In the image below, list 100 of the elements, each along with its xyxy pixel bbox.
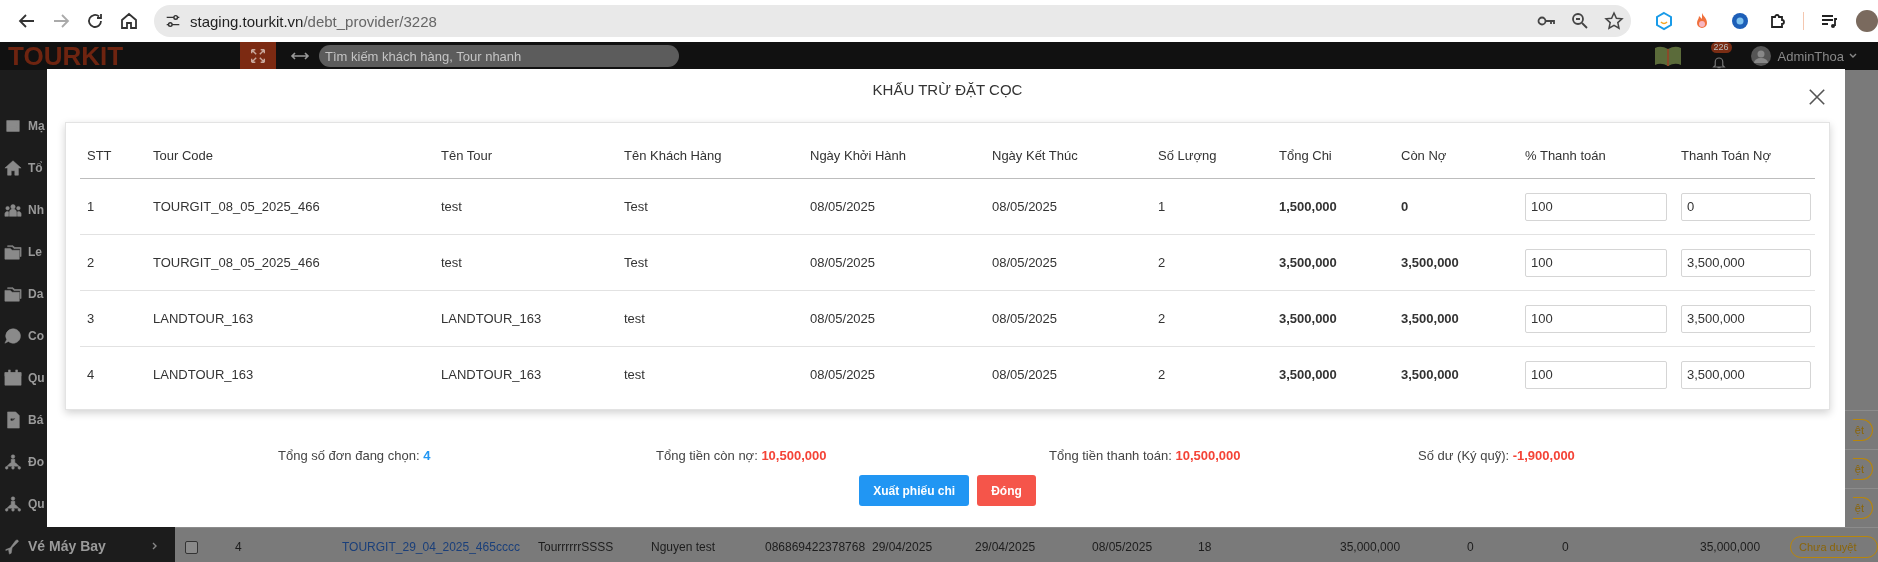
input-field[interactable]: 3,500,000 <box>1681 248 1811 277</box>
network-icon <box>4 495 22 513</box>
avatar-icon[interactable] <box>1750 46 1771 66</box>
sidebar-item[interactable]: Đo <box>0 441 44 483</box>
table-cell-text: 08/05/2025 <box>1092 540 1154 554</box>
summary-text: Số dư (Ký quỹ): -1,900,000 <box>1418 448 1576 463</box>
column-header: Tên Tour <box>440 148 494 163</box>
table-cell-text: 29/04/2025 <box>872 540 934 554</box>
home-icon <box>4 159 22 177</box>
people-icon <box>4 201 22 219</box>
table-cell-text: 4 <box>235 540 243 554</box>
sidebar-item[interactable]: Mạ <box>0 105 45 147</box>
table-cell-text: 2 <box>1157 255 1167 270</box>
table-cell-text: 3 <box>86 311 96 326</box>
column-header: Ngày Khởi Hành <box>809 148 907 163</box>
table-cell-text: 08/05/2025 <box>991 255 1059 270</box>
table-cell-text: LANDTOUR_163 <box>440 367 543 382</box>
input-field[interactable]: 100 <box>1525 304 1667 333</box>
input-field[interactable]: 100 <box>1525 248 1667 277</box>
column-header: Số Lượng <box>1157 148 1218 163</box>
table-cell-text: test <box>623 367 646 382</box>
expand-icon <box>249 47 267 65</box>
table-cell-text: 08/05/2025 <box>809 367 877 382</box>
table-cell-text: 086869422378768 <box>765 540 867 554</box>
close-icon[interactable] <box>1808 88 1826 106</box>
table-cell-text: 1,500,000 <box>1278 199 1338 214</box>
input-field[interactable]: 3,500,000 <box>1681 360 1811 389</box>
table-cell-text: 3,500,000 <box>1400 367 1460 382</box>
table-cell-text: 18 <box>1198 540 1213 554</box>
column-header: Thanh Toán Nợ <box>1680 148 1772 163</box>
column-header: Tên Khách Hàng <box>623 148 723 163</box>
column-header: Ngày Kết Thúc <box>991 148 1079 163</box>
modal-title: KHẤU TRỪ ĐẶT CỌC <box>872 81 1023 99</box>
expand-button[interactable] <box>240 42 276 70</box>
column-header: Còn Nợ <box>1400 148 1448 163</box>
sidebar-item[interactable]: Nh <box>0 189 44 231</box>
input-field[interactable]: 100 <box>1525 192 1667 221</box>
column-header: STT <box>86 148 113 163</box>
column-header: % Thanh toán <box>1524 148 1607 163</box>
sidebar-item[interactable]: Da <box>0 273 44 315</box>
calendar-icon <box>4 369 22 387</box>
table-cell-text: 0 <box>1400 199 1410 214</box>
summary-text: Tổng tiền còn nợ: 10,500,000 <box>656 448 828 463</box>
hexagon-icon[interactable] <box>1654 11 1675 31</box>
table-cell-text: 08/05/2025 <box>809 311 877 326</box>
table-cell-text: 29/04/2025 <box>975 540 1037 554</box>
table-cell-text: 2 <box>1157 367 1167 382</box>
sidebar-item[interactable]: Tổ <box>0 147 43 189</box>
address-bar[interactable]: staging.tourkit.vn/debt_provider/3228 <box>154 5 1632 37</box>
input-field[interactable]: 3,500,000 <box>1681 304 1811 333</box>
row-checkbox[interactable] <box>185 540 198 554</box>
profile-avatar[interactable] <box>1856 10 1878 32</box>
table-cell-text: 08/05/2025 <box>809 199 877 214</box>
table-cell-text: test <box>440 199 463 214</box>
table-cell-text: 35,000,000 <box>1700 540 1762 554</box>
sidebar-item[interactable]: Co <box>0 315 44 357</box>
home-icon[interactable] <box>119 11 139 31</box>
table-cell-text: 08/05/2025 <box>809 255 877 270</box>
table-cell-text: 2 <box>1157 311 1167 326</box>
action-button[interactable]: Đóng <box>977 475 1036 506</box>
reload-icon[interactable] <box>85 11 105 31</box>
table-cell-text: Nguyen test <box>651 540 717 554</box>
sidebar-item[interactable]: Bá <box>0 399 44 441</box>
table-cell-text: 3,500,000 <box>1400 311 1460 326</box>
search-field[interactable]: Tìm kiếm khách hàng, Tour nhanh <box>319 45 679 67</box>
sidebar-item[interactable]: Qu <box>0 483 45 525</box>
sidebar-item[interactable]: Le <box>0 231 42 273</box>
table-cell-text: 0 <box>1562 540 1570 554</box>
table-cell-text: 35,000,000 <box>1340 540 1402 554</box>
network-icon <box>4 453 22 471</box>
table-cell-text: 3,500,000 <box>1278 255 1338 270</box>
table-cell-text: 08/05/2025 <box>991 311 1059 326</box>
input-field[interactable]: 100 <box>1525 360 1667 389</box>
book-icon[interactable] <box>1652 44 1683 68</box>
input-field[interactable]: 0 <box>1681 192 1811 221</box>
site-settings-icon[interactable] <box>164 12 182 30</box>
table-cell-text: 08/05/2025 <box>991 199 1059 214</box>
table-cell-text: 08/05/2025 <box>991 367 1059 382</box>
table-cell-text: test <box>440 255 463 270</box>
user-name[interactable]: AdminThoa <box>1777 48 1844 64</box>
notification-badge: 226 <box>1710 42 1732 53</box>
url-text[interactable]: staging.tourkit.vn/debt_provider/3228 <box>190 12 437 30</box>
table-cell-text: test <box>623 311 646 326</box>
table-cell-text: Test <box>623 255 649 270</box>
summary-text: Tổng số đơn đang chọn: 4 <box>278 448 432 463</box>
table-cell-text: TOURGIT_08_05_2025_466 <box>152 199 321 214</box>
sidebar-item[interactable]: Qu <box>0 357 45 399</box>
table-cell-text: 3,500,000 <box>1400 255 1460 270</box>
column-header: Tổng Chi <box>1278 148 1333 163</box>
table-cell-text: 3,500,000 <box>1278 367 1338 382</box>
sidebar-item[interactable]: Vé Máy Bay <box>0 525 160 562</box>
table-cell-text: 1 <box>1157 199 1167 214</box>
bell-icon[interactable] <box>1710 55 1727 70</box>
action-button[interactable]: Xuất phiếu chi <box>859 475 970 506</box>
table-cell-text: LANDTOUR_163 <box>152 367 255 382</box>
table-cell-text: Test <box>623 199 649 214</box>
star-icon[interactable] <box>1604 11 1625 31</box>
aperture-icon[interactable] <box>1730 11 1751 31</box>
column-header: Tour Code <box>152 148 214 163</box>
folders-icon <box>4 285 22 303</box>
